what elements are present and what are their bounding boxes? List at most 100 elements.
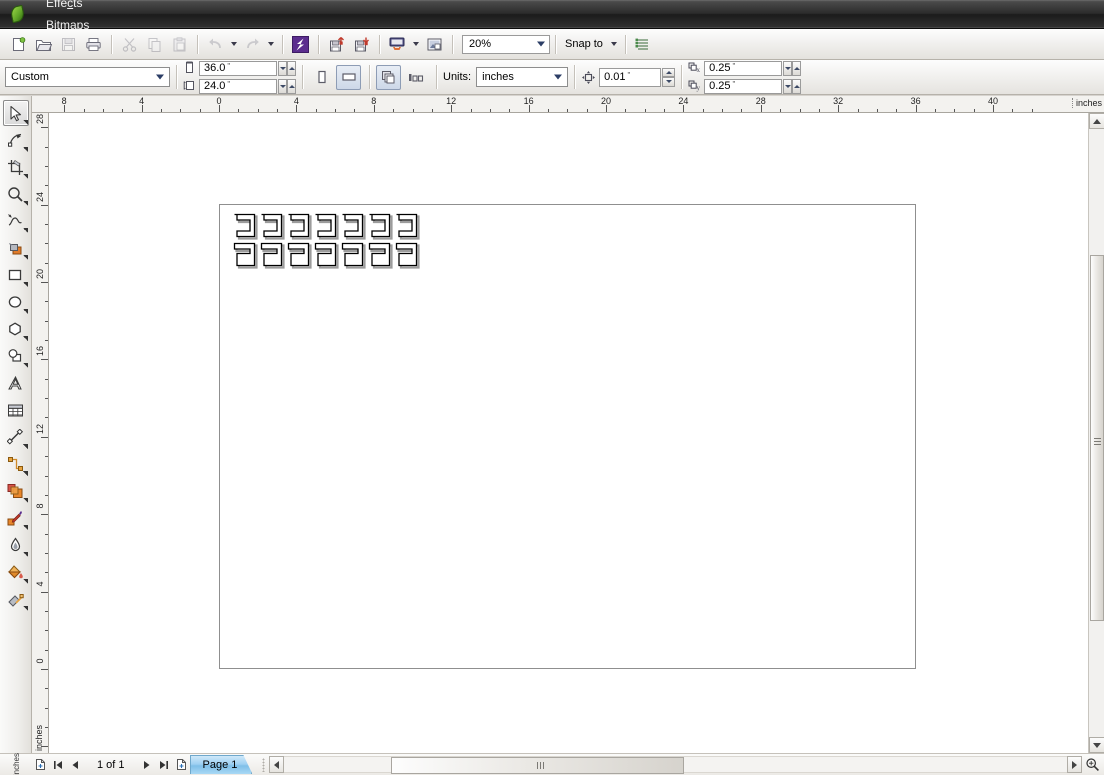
bracket-shape[interactable] <box>341 242 368 271</box>
bracket-shape[interactable] <box>341 213 368 242</box>
tool-flyout-arrow-icon[interactable] <box>22 552 28 557</box>
zoom-level-combo[interactable]: 20% <box>462 34 550 54</box>
bracket-shape[interactable] <box>233 242 260 271</box>
fill-tool[interactable] <box>3 559 29 585</box>
copy-button[interactable] <box>142 33 166 56</box>
page-tab-page-1[interactable]: Page 1 <box>190 755 253 774</box>
dupy-spinner-left[interactable] <box>783 78 793 94</box>
bracket-shape[interactable] <box>368 242 395 271</box>
units-combo[interactable]: inches <box>476 67 569 87</box>
scroll-down-button[interactable] <box>1089 737 1104 753</box>
cut-button[interactable] <box>117 33 141 56</box>
freehand-tool[interactable] <box>3 208 29 234</box>
shape-group[interactable] <box>233 213 422 271</box>
page-height-field[interactable]: 24.0 " <box>199 78 277 94</box>
statusbar-grip[interactable] <box>262 757 266 772</box>
tool-flyout-arrow-icon[interactable] <box>22 120 28 125</box>
outline-tool[interactable] <box>3 532 29 558</box>
bracket-shape[interactable] <box>314 242 341 271</box>
vertical-ruler[interactable]: inches 0 4 8 12 16 20 24 28 <box>32 113 49 753</box>
tool-flyout-arrow-icon[interactable] <box>22 228 28 233</box>
duplicate-distance-y-field[interactable]: 0.25 " <box>704 78 783 94</box>
color-eyedropper[interactable] <box>3 505 29 531</box>
polygon-tool[interactable] <box>3 316 29 342</box>
page-width-spinner-right[interactable] <box>287 60 296 76</box>
scroll-right-button[interactable] <box>1067 756 1082 773</box>
all-pages-button[interactable] <box>376 64 401 90</box>
page-preset-combo[interactable]: Custom <box>5 67 170 87</box>
application-launcher-dropdown[interactable] <box>410 33 422 56</box>
bracket-shape[interactable] <box>395 242 422 271</box>
paste-button[interactable] <box>167 33 191 56</box>
ellipse-tool[interactable] <box>3 289 29 315</box>
dimension-tool[interactable] <box>3 424 29 450</box>
drawing-page[interactable] <box>219 204 916 669</box>
basic-shapes-tool[interactable] <box>3 343 29 369</box>
horizontal-scrollbar[interactable] <box>269 755 1104 775</box>
snap-to-label[interactable]: Snap to <box>561 38 608 50</box>
blend-tool[interactable] <box>3 478 29 504</box>
import-button[interactable] <box>324 33 348 56</box>
add-page-before-button[interactable] <box>32 756 49 773</box>
current-page-only-button[interactable] <box>403 65 428 90</box>
interactive-fill-tool[interactable] <box>3 586 29 612</box>
page-height-spinner-left[interactable] <box>278 78 287 94</box>
print-button[interactable] <box>81 33 105 56</box>
tool-flyout-arrow-icon[interactable] <box>22 255 28 260</box>
save-document-button[interactable] <box>56 33 80 56</box>
nudge-offset-spinner[interactable] <box>662 67 676 87</box>
page-width-spinner-left[interactable] <box>278 60 287 76</box>
tool-flyout-arrow-icon[interactable] <box>22 309 28 314</box>
previous-page-button[interactable] <box>66 756 83 773</box>
scroll-left-button[interactable] <box>269 756 285 773</box>
horizontal-scroll-thumb[interactable] <box>391 757 685 774</box>
application-launcher-button[interactable] <box>385 33 409 56</box>
tool-flyout-arrow-icon[interactable] <box>22 174 28 179</box>
undo-button[interactable] <box>203 33 227 56</box>
scroll-up-button[interactable] <box>1089 113 1104 129</box>
crop-tool[interactable] <box>3 154 29 180</box>
redo-button[interactable] <box>240 33 264 56</box>
redo-dropdown[interactable] <box>265 33 277 56</box>
tool-flyout-arrow-icon[interactable] <box>22 579 28 584</box>
text-tool[interactable] <box>3 370 29 396</box>
tool-flyout-arrow-icon[interactable] <box>22 498 28 503</box>
tool-flyout-arrow-icon[interactable] <box>22 282 28 287</box>
add-page-after-button[interactable] <box>173 756 190 773</box>
open-document-button[interactable] <box>31 33 55 56</box>
last-page-button[interactable] <box>156 756 173 773</box>
tool-flyout-arrow-icon[interactable] <box>22 606 28 611</box>
options-button[interactable] <box>631 33 655 56</box>
first-page-button[interactable] <box>49 756 66 773</box>
menu-item-effects[interactable]: Effects <box>37 0 98 14</box>
drawing-canvas[interactable] <box>49 113 1088 753</box>
horizontal-scroll-track[interactable] <box>284 756 1067 774</box>
page-width-field[interactable]: 36.0 " <box>199 60 277 76</box>
tool-flyout-arrow-icon[interactable] <box>22 471 28 476</box>
bracket-shape[interactable] <box>287 213 314 242</box>
nudge-offset-field[interactable]: 0.01 " <box>599 67 662 87</box>
portrait-orientation-button[interactable] <box>309 65 334 90</box>
tool-flyout-arrow-icon[interactable] <box>22 525 28 530</box>
rectangle-tool[interactable] <box>3 262 29 288</box>
page-height-spinner-right[interactable] <box>287 78 296 94</box>
tool-flyout-arrow-icon[interactable] <box>22 336 28 341</box>
bracket-shape[interactable] <box>287 242 314 271</box>
next-page-button[interactable] <box>139 756 156 773</box>
corel-connect-button[interactable] <box>288 33 312 56</box>
bracket-shape[interactable] <box>260 242 287 271</box>
dupy-spinner-right[interactable] <box>792 78 802 94</box>
zoom-tool[interactable] <box>3 181 29 207</box>
table-tool[interactable] <box>3 397 29 423</box>
vertical-scroll-thumb[interactable] <box>1090 255 1104 621</box>
tool-flyout-arrow-icon[interactable] <box>22 363 28 368</box>
bracket-shape[interactable] <box>368 213 395 242</box>
snap-to-dropdown[interactable] <box>608 33 620 56</box>
bracket-shape[interactable] <box>314 213 341 242</box>
pick-tool[interactable] <box>2 100 29 126</box>
landscape-orientation-button[interactable] <box>336 64 361 90</box>
tool-flyout-arrow-icon[interactable] <box>22 444 28 449</box>
dupx-spinner-right[interactable] <box>792 60 802 76</box>
tool-flyout-arrow-icon[interactable] <box>22 201 28 206</box>
bracket-shape[interactable] <box>395 213 422 242</box>
